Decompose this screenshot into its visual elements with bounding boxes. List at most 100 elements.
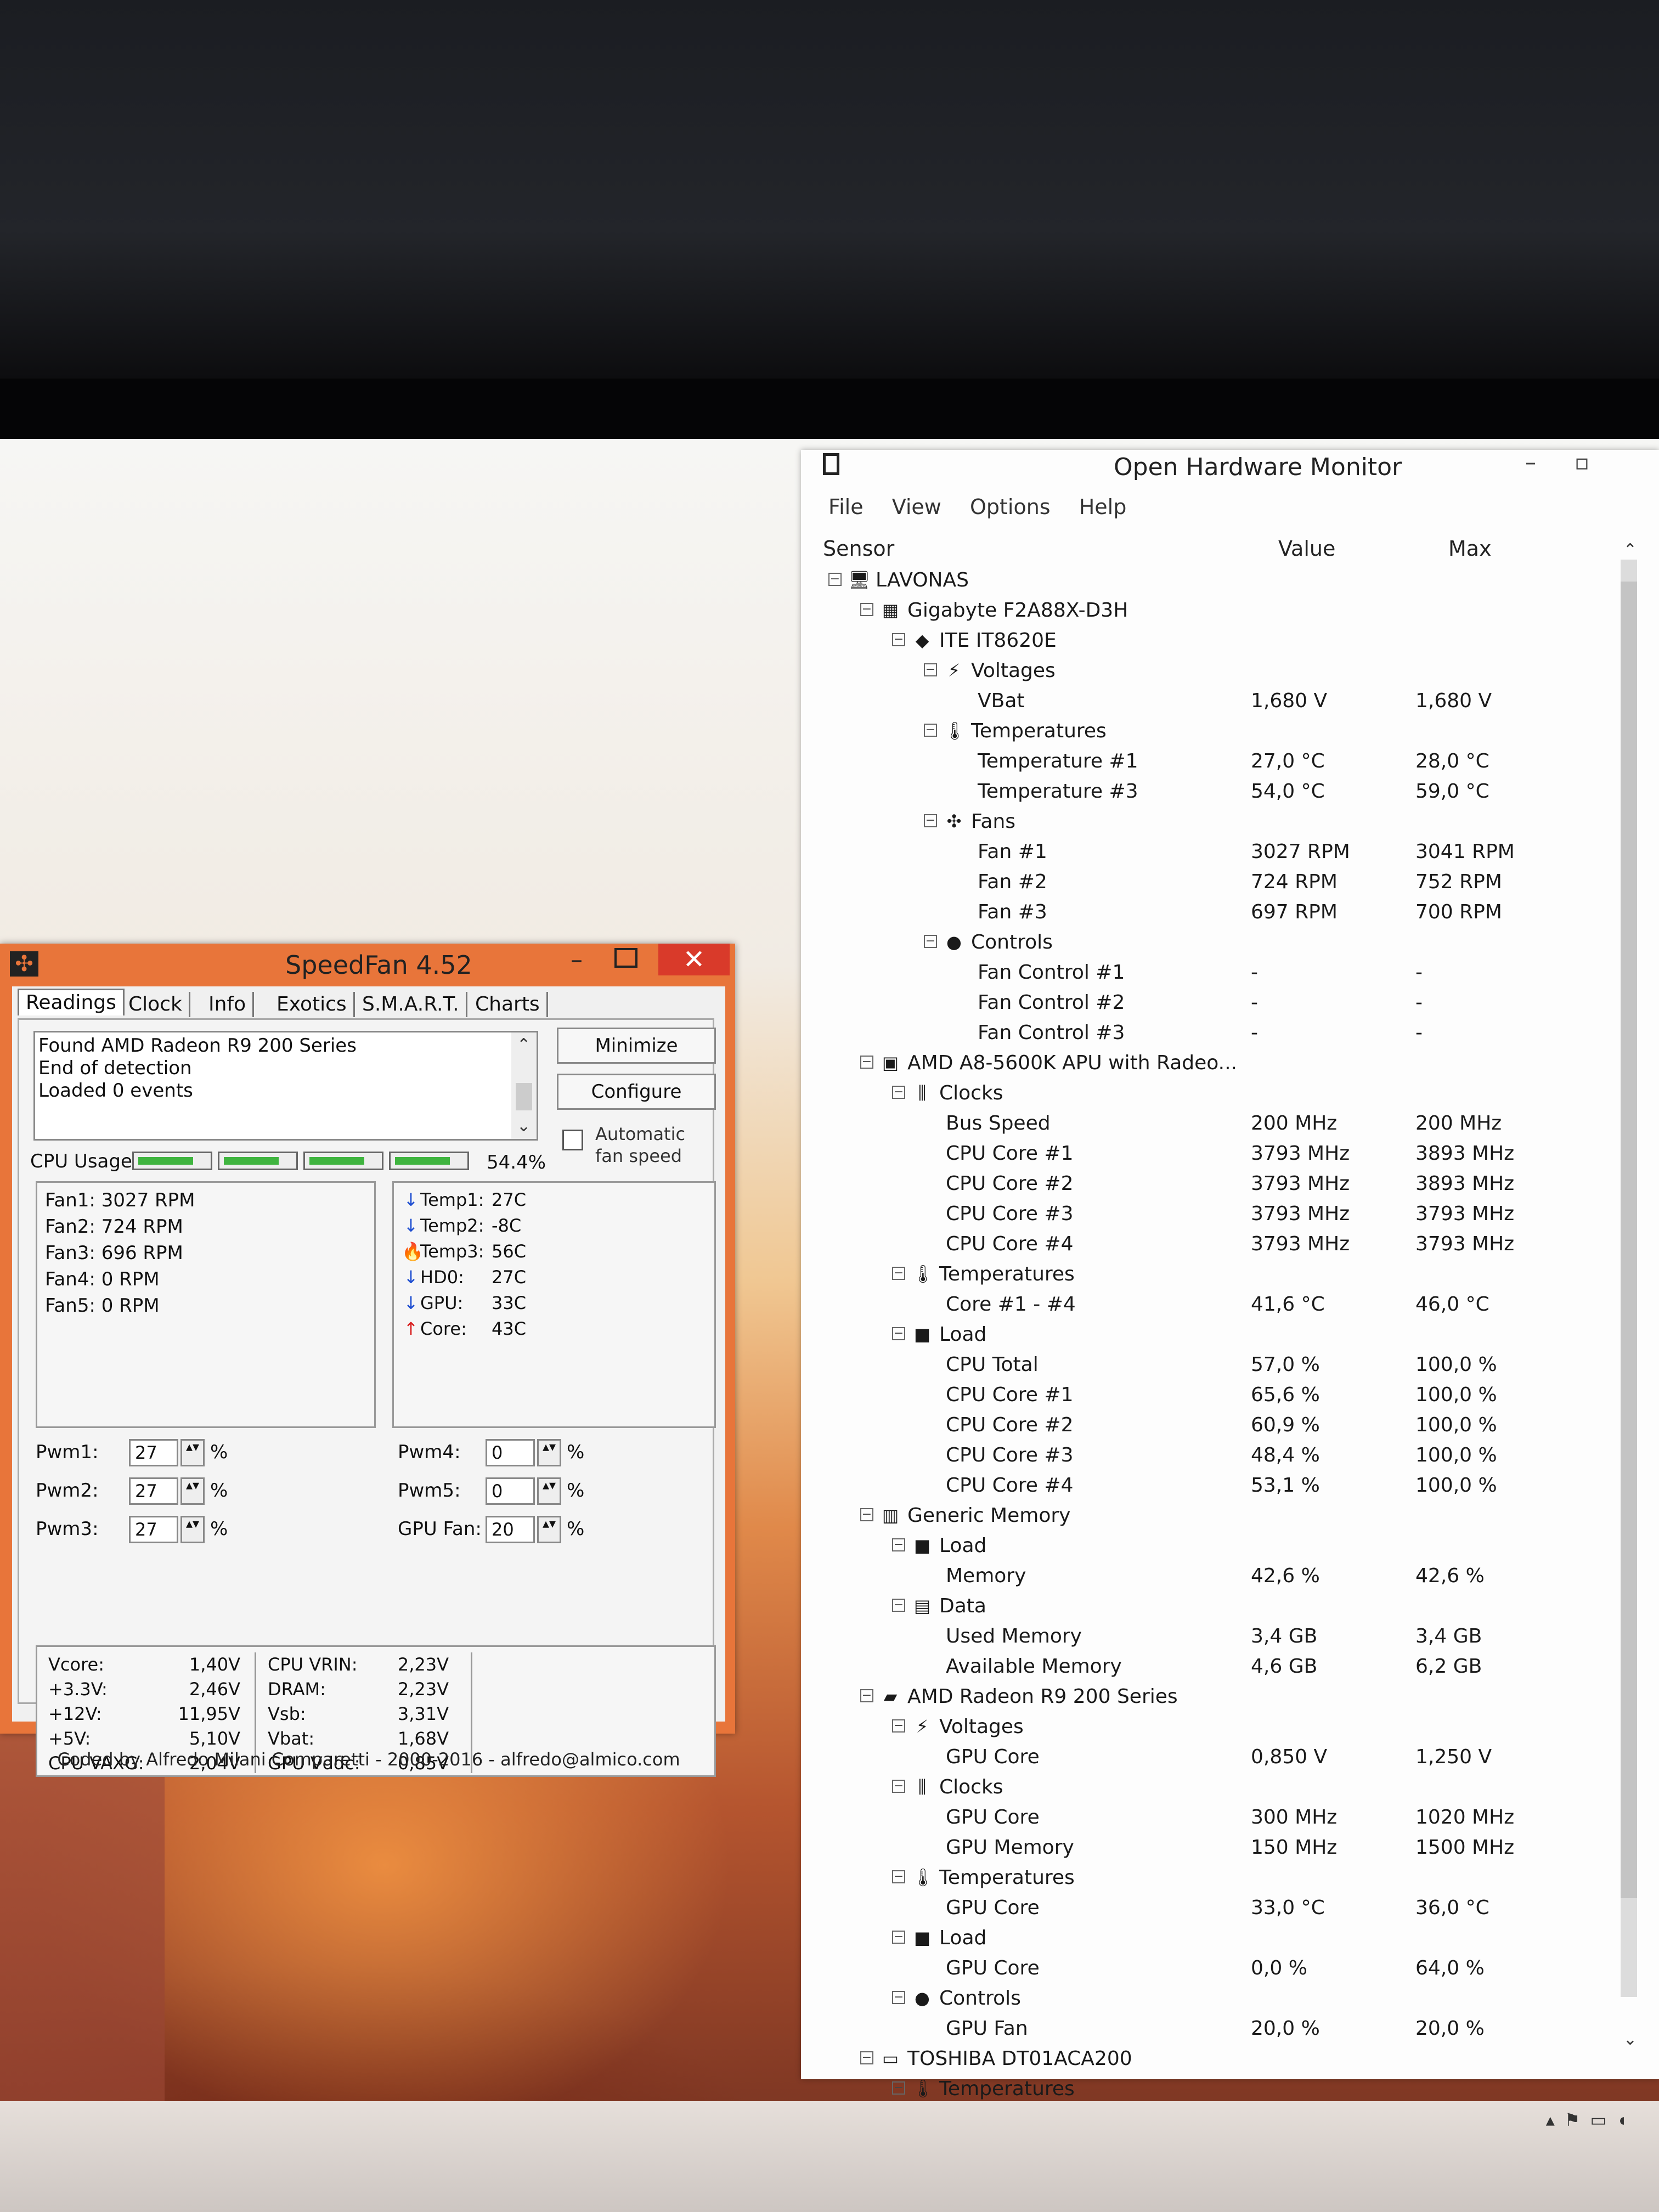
menu-options[interactable]: Options xyxy=(970,495,1051,519)
sensor-row[interactable]: −■ Load xyxy=(801,1923,1624,1953)
sensor-row[interactable]: − ⫼ Clocks xyxy=(801,1078,1624,1108)
sensor-row[interactable]: GPU Core 0,850 V 1,250 V xyxy=(801,1742,1624,1772)
collapse-toggle-icon[interactable]: − xyxy=(860,603,873,616)
sensor-row[interactable]: − ▤ Data xyxy=(801,1591,1624,1621)
sensor-row[interactable]: CPU Core #2 3793 MHz 3893 MHz xyxy=(801,1169,1624,1199)
collapse-toggle-icon[interactable]: − xyxy=(892,633,905,646)
collapse-toggle-icon[interactable]: − xyxy=(924,814,937,827)
collapse-toggle-icon[interactable]: − xyxy=(892,1719,905,1733)
collapse-toggle-icon[interactable]: − xyxy=(892,1327,905,1340)
sensor-row[interactable]: Temperature #3 54,0 °C 59,0 °C xyxy=(801,776,1624,806)
log-scrollbar[interactable]: ⌃ ⌄ xyxy=(511,1032,537,1139)
automatic-fan-speed-checkbox[interactable] xyxy=(562,1130,583,1150)
chevron-up-icon[interactable]: ▴ xyxy=(1546,2110,1565,2130)
sensor-row[interactable]: Bus Speed 200 MHz 200 MHz xyxy=(801,1108,1624,1138)
tab-smart[interactable]: S.M.A.R.T. xyxy=(356,992,467,1017)
minimize-icon[interactable]: – xyxy=(1525,450,1536,475)
sensor-row[interactable]: CPU Core #4 53,1 % 100,0 % xyxy=(801,1470,1624,1500)
column-max[interactable]: Max xyxy=(1448,537,1492,561)
sensor-row[interactable]: − 🌡 Temperatures xyxy=(801,1863,1624,1893)
configure-button[interactable]: Configure xyxy=(557,1074,716,1110)
sensor-row[interactable]: Fan Control #3 - - xyxy=(801,1018,1624,1048)
sensor-row[interactable]: CPU Total 57,0 % 100,0 % xyxy=(801,1350,1624,1380)
sensor-row[interactable]: − 🌡 Temperatures xyxy=(801,2074,1624,2104)
sensor-row[interactable]: Fan #2 724 RPM 752 RPM xyxy=(801,867,1624,897)
sensor-row[interactable]: − ▦ Gigabyte F2A88X-D3H xyxy=(801,595,1624,625)
pwm-value-input[interactable]: 27 xyxy=(129,1516,178,1543)
sensor-row[interactable]: GPU Core 0,0 % 64,0 % xyxy=(801,1953,1624,1983)
sensor-row[interactable]: Fan Control #2 - - xyxy=(801,988,1624,1018)
sensor-row[interactable]: Fan #3 697 RPM 700 RPM xyxy=(801,897,1624,927)
collapse-toggle-icon[interactable]: − xyxy=(892,1931,905,1944)
menu-help[interactable]: Help xyxy=(1079,495,1127,519)
scroll-up-icon[interactable]: ⌃ xyxy=(1623,540,1637,560)
sensor-row[interactable]: − ◆ ITE IT8620E xyxy=(801,625,1624,656)
network-icon[interactable]: ▭ xyxy=(1590,2110,1616,2130)
menu-view[interactable]: View xyxy=(892,495,941,519)
collapse-toggle-icon[interactable]: − xyxy=(892,1086,905,1099)
sensor-row[interactable]: −■ Load xyxy=(801,1531,1624,1561)
sensor-row[interactable]: Core #1 - #4 41,6 °C 46,0 °C xyxy=(801,1289,1624,1319)
spinner-arrows-icon[interactable]: ▴▾ xyxy=(537,1439,561,1466)
sensor-row[interactable]: − 🌡 Temperatures xyxy=(801,716,1624,746)
collapse-toggle-icon[interactable]: − xyxy=(924,935,937,948)
collapse-toggle-icon[interactable]: − xyxy=(892,1599,905,1612)
collapse-toggle-icon[interactable]: − xyxy=(892,2081,905,2095)
sensor-row[interactable]: VBat 1,680 V 1,680 V xyxy=(801,686,1624,716)
collapse-toggle-icon[interactable]: − xyxy=(860,1508,873,1521)
sensor-row[interactable]: − ● Controls xyxy=(801,1983,1624,2013)
sensor-row[interactable]: GPU Core 33,0 °C 36,0 °C xyxy=(801,1893,1624,1923)
column-sensor[interactable]: Sensor xyxy=(823,537,894,561)
sensor-row[interactable]: CPU Core #4 3793 MHz 3793 MHz xyxy=(801,1229,1624,1259)
sensor-row[interactable]: Fan #1 3027 RPM 3041 RPM xyxy=(801,837,1624,867)
collapse-toggle-icon[interactable]: − xyxy=(860,1689,873,1702)
sensor-row[interactable]: − ● Controls xyxy=(801,927,1624,957)
collapse-toggle-icon[interactable]: − xyxy=(924,724,937,737)
sensor-row[interactable]: − 🖥 LAVONAS xyxy=(801,565,1624,595)
scroll-down-icon[interactable]: ⌄ xyxy=(517,1115,531,1137)
collapse-toggle-icon[interactable]: − xyxy=(892,1780,905,1793)
close-icon[interactable]: ✕ xyxy=(658,944,730,975)
collapse-toggle-icon[interactable]: − xyxy=(860,2051,873,2064)
collapse-toggle-icon[interactable]: − xyxy=(924,663,937,676)
tab-exotics[interactable]: Exotics xyxy=(270,992,355,1017)
tab-info[interactable]: Info xyxy=(202,992,255,1017)
sensor-row[interactable]: − ⚡ Voltages xyxy=(801,656,1624,686)
minimize-icon[interactable]: – xyxy=(571,946,583,974)
sensor-row[interactable]: −■ Load xyxy=(801,1319,1624,1350)
ohm-scroll-thumb[interactable] xyxy=(1621,582,1637,1898)
event-log[interactable]: Found AMD Radeon R9 200 Series End of de… xyxy=(33,1031,538,1141)
sensor-row[interactable]: Used Memory 3,4 GB 3,4 GB xyxy=(801,1621,1624,1651)
sensor-row[interactable]: CPU Core #3 48,4 % 100,0 % xyxy=(801,1440,1624,1470)
minimize-button[interactable]: Minimize xyxy=(557,1028,716,1064)
menu-file[interactable]: File xyxy=(828,495,864,519)
sensor-row[interactable]: CPU Core #1 3793 MHz 3893 MHz xyxy=(801,1138,1624,1169)
column-value[interactable]: Value xyxy=(1278,537,1335,561)
sensor-row[interactable]: GPU Core 300 MHz 1020 MHz xyxy=(801,1802,1624,1832)
sensor-row[interactable]: − ⚡ Voltages xyxy=(801,1712,1624,1742)
pwm-value-input[interactable]: 27 xyxy=(129,1439,178,1466)
sensor-row[interactable]: − ⫼ Clocks xyxy=(801,1772,1624,1802)
maximize-icon[interactable]: ▫ xyxy=(1575,450,1589,475)
log-scroll-thumb[interactable] xyxy=(516,1083,532,1110)
spinner-arrows-icon[interactable]: ▴▾ xyxy=(180,1516,205,1543)
sensor-row[interactable]: − 🌡 Temperatures xyxy=(801,1259,1624,1289)
spinner-arrows-icon[interactable]: ▴▾ xyxy=(180,1439,205,1466)
collapse-toggle-icon[interactable]: − xyxy=(892,1538,905,1551)
scroll-up-icon[interactable]: ⌃ xyxy=(517,1034,531,1056)
tab-clock[interactable]: Clock xyxy=(122,992,190,1017)
spinner-arrows-icon[interactable]: ▴▾ xyxy=(537,1516,561,1543)
spinner-arrows-icon[interactable]: ▴▾ xyxy=(180,1477,205,1505)
collapse-toggle-icon[interactable]: − xyxy=(892,1267,905,1280)
sensor-row[interactable]: − ▭ TOSHIBA DT01ACA200 xyxy=(801,2044,1624,2074)
tab-readings[interactable]: Readings xyxy=(18,989,125,1015)
sensor-row[interactable]: CPU Core #3 3793 MHz 3793 MHz xyxy=(801,1199,1624,1229)
collapse-toggle-icon[interactable]: − xyxy=(892,1991,905,2004)
ohm-scrollbar[interactable] xyxy=(1621,560,1637,1997)
sensor-row[interactable]: Temperature #1 27,0 °C 28,0 °C xyxy=(801,746,1624,776)
pwm-value-input[interactable]: 0 xyxy=(486,1477,535,1505)
maximize-icon[interactable] xyxy=(614,948,637,968)
collapse-toggle-icon[interactable]: − xyxy=(828,573,842,586)
pwm-value-input[interactable]: 27 xyxy=(129,1477,178,1505)
speedfan-titlebar[interactable]: ✣ SpeedFan 4.52 – ✕ xyxy=(0,944,735,982)
